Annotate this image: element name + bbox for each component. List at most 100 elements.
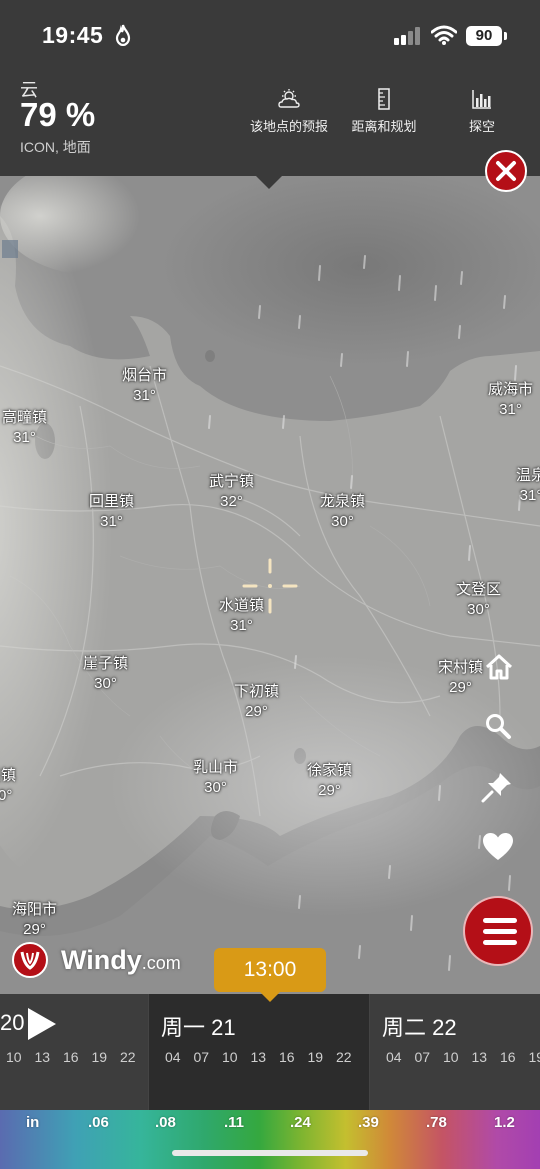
timeline-hour: 19	[91, 1049, 108, 1065]
timeline-day[interactable]: 20 10 13 16 19 22	[0, 994, 148, 1110]
city-label[interactable]: 威海市 31°	[488, 380, 533, 420]
timeline[interactable]: 20 10 13 16 19 22 周一 21 04 07 10 13 16 19 22 周二 22…	[0, 994, 540, 1110]
city-label[interactable]: 吴镇 30°	[0, 766, 16, 806]
city-name: 海阳市	[12, 901, 58, 918]
cellular-signal-icon	[394, 27, 420, 45]
ruler-icon	[378, 88, 390, 110]
timeline-hour: 07	[414, 1049, 431, 1065]
panel-pointer	[255, 175, 283, 189]
heart-icon[interactable]	[482, 832, 514, 862]
timeline-hour: 10	[222, 1049, 238, 1065]
city-name: 武宁镇	[209, 473, 255, 490]
city-name: 水道镇	[219, 597, 265, 614]
timeline-day-label: 20	[0, 1010, 25, 1035]
timeline-hour: 13	[34, 1049, 51, 1065]
city-temp: 29°	[245, 703, 268, 720]
city-label[interactable]: 高疃镇 31°	[2, 408, 47, 448]
windy-logo: Windy.com	[12, 942, 181, 978]
city-temp: 30°	[204, 779, 227, 796]
layer-value: 79 %	[20, 96, 96, 133]
city-label[interactable]: 烟台市 31°	[122, 366, 167, 406]
forecast-for-location-button[interactable]: 该地点的预报	[246, 88, 332, 135]
point-info-panel: 云 79 % ICON, 地面 该地点的预报 距离和规划 探空	[0, 70, 540, 176]
legend-label: .08	[155, 1114, 176, 1131]
city-temp: 31°	[133, 387, 156, 404]
city-name: 吴镇	[0, 767, 17, 784]
timeline-hour: 04	[165, 1049, 181, 1065]
timeline-hour: 16	[63, 1049, 79, 1065]
timeline-hours: 04071013161922	[165, 1049, 365, 1065]
flame-icon	[115, 24, 131, 46]
city-temp: 31°	[230, 617, 253, 634]
timeline-hour: 19	[528, 1049, 540, 1065]
city-label[interactable]: 乳山市 30°	[193, 758, 238, 798]
city-name: 威海市	[488, 381, 534, 398]
city-temp: 31°	[100, 513, 123, 530]
city-label[interactable]: 文登区 30°	[456, 580, 501, 620]
city-label[interactable]: 崖子镇 30°	[83, 654, 128, 694]
city-label[interactable]: 海阳市 29°	[12, 900, 57, 940]
distance-planning-button[interactable]: 距离和规划	[348, 88, 420, 135]
legend-label: .78	[426, 1114, 447, 1131]
city-label[interactable]: 徐家镇 29°	[307, 761, 352, 801]
windy-logo-text: Windy.com	[61, 945, 181, 976]
timeline-hour: 07	[193, 1049, 210, 1065]
city-name: 宋村镇	[438, 659, 484, 676]
city-label[interactable]: 下初镇 29°	[234, 682, 279, 722]
city-name: 徐家镇	[307, 762, 353, 779]
legend-label: .06	[88, 1114, 109, 1131]
close-button[interactable]	[485, 150, 527, 192]
search-icon[interactable]	[484, 712, 512, 740]
status-bar: 19:45 90	[0, 0, 540, 70]
city-name: 龙泉镇	[320, 493, 366, 510]
timeline-hour: 16	[500, 1049, 516, 1065]
main-menu-button[interactable]	[463, 896, 533, 966]
city-name: 下初镇	[234, 683, 280, 700]
legend-label: .24	[290, 1114, 311, 1131]
timeline-hour: 10	[443, 1049, 459, 1065]
brand-suffix: .com	[141, 952, 181, 973]
weather-map[interactable]: 烟台市 31° 高疃镇 31° 威海市 31° 武宁镇 32° 回里镇 31° …	[0, 176, 540, 994]
close-icon	[496, 161, 516, 181]
city-temp: 30°	[0, 787, 13, 804]
timeline-hour: 10	[6, 1049, 22, 1065]
play-icon[interactable]	[28, 1008, 56, 1040]
distance-planning-label: 距离和规划	[351, 119, 417, 134]
pin-icon[interactable]	[480, 770, 514, 804]
timeline-day[interactable]: 周二 22 04071013161922	[370, 994, 540, 1110]
city-name: 文登区	[456, 581, 502, 598]
sounding-label: 探空	[468, 119, 495, 134]
home-indicator[interactable]	[172, 1150, 368, 1156]
timeline-hour: 13	[250, 1049, 267, 1065]
sounding-button[interactable]: 探空	[458, 88, 506, 135]
city-label[interactable]: 宋村镇 29°	[438, 658, 483, 698]
city-label[interactable]: 水道镇 31°	[219, 596, 264, 636]
city-temp: 31°	[519, 487, 540, 504]
bar-chart-icon	[472, 90, 491, 109]
timeline-hour: 19	[307, 1049, 324, 1065]
city-temp: 30°	[467, 601, 490, 618]
legend-label: in	[26, 1114, 40, 1131]
city-label[interactable]: 武宁镇 32°	[209, 472, 254, 512]
city-temp: 29°	[318, 782, 341, 799]
windy-logo-icon	[12, 942, 48, 978]
timeline-day-selected[interactable]: 周一 21 04 07 10 13 16 19 22	[149, 994, 369, 1110]
wifi-icon	[431, 25, 457, 45]
city-label[interactable]: 回里镇 31°	[89, 492, 134, 532]
partly-cloudy-icon	[278, 89, 300, 108]
color-legend[interactable]: in .06 .08 .11 .24 .39 .78 1.2	[0, 1110, 540, 1169]
current-time-indicator[interactable]: 13:00	[214, 948, 326, 1002]
city-temp: 30°	[94, 675, 117, 692]
timeline-hour: 13	[471, 1049, 488, 1065]
city-name: 高疃镇	[2, 409, 48, 426]
city-temp: 30°	[331, 513, 354, 530]
city-name: 回里镇	[89, 493, 135, 510]
menu-icon-bar	[483, 940, 517, 945]
timeline-hours: 04071013161922	[386, 1049, 540, 1065]
city-temp: 29°	[23, 921, 46, 938]
city-label[interactable]: 龙泉镇 30°	[320, 492, 365, 532]
home-icon[interactable]	[484, 652, 514, 682]
battery-indicator: 90	[466, 26, 507, 46]
city-label[interactable]: 温泉 31°	[516, 466, 540, 506]
menu-icon-bar	[483, 929, 517, 934]
